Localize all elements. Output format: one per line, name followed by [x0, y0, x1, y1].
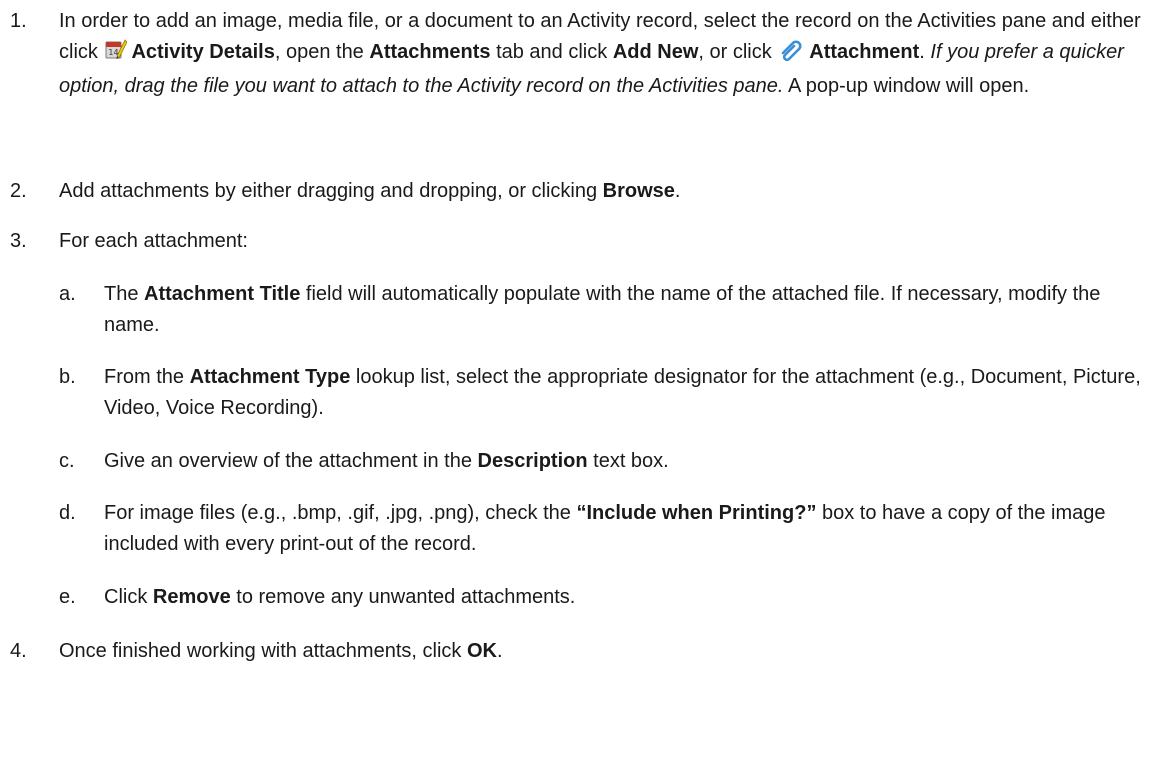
- substep-letter: e.: [59, 586, 76, 608]
- step-number: 3.: [10, 230, 27, 252]
- step-text: For each attachment:: [59, 230, 248, 252]
- step-number: 1.: [10, 10, 27, 32]
- step-number: 4.: [10, 640, 27, 662]
- activity-details-icon: 14: [105, 37, 128, 71]
- paperclip-icon: [779, 39, 805, 71]
- step-text: Add attachments by either dragging and d…: [59, 180, 681, 202]
- step-text: In order to add an image, media file, or…: [59, 10, 1141, 97]
- substep-letter: c.: [59, 450, 75, 472]
- substep-letter: a.: [59, 283, 76, 305]
- substep-text: The Attachment Title field will automati…: [104, 283, 1101, 336]
- step-number: 2.: [10, 180, 27, 202]
- substep-text: For image files (e.g., .bmp, .gif, .jpg,…: [104, 502, 1106, 555]
- substep-text: From the Attachment Type lookup list, se…: [104, 366, 1141, 419]
- substep-text: Give an overview of the attachment in th…: [104, 450, 669, 472]
- substep-letter: b.: [59, 366, 76, 388]
- substep-letter: d.: [59, 502, 76, 524]
- substep-text: Click Remove to remove any unwanted atta…: [104, 586, 576, 608]
- step-text: Once finished working with attachments, …: [59, 640, 503, 662]
